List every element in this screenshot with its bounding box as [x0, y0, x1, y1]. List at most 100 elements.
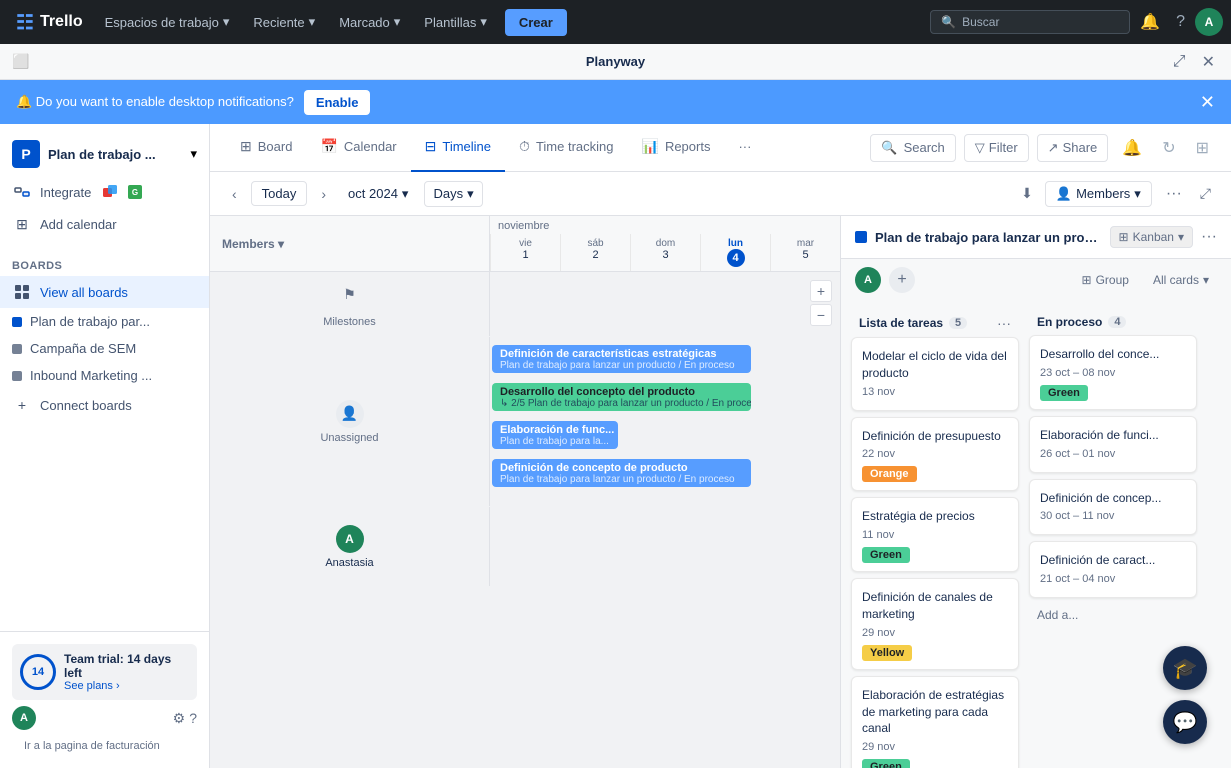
kanban-card[interactable]: Elaboración de estratégias de marketing …	[851, 676, 1019, 768]
notification-icon[interactable]: 🔔	[1134, 6, 1166, 38]
task-title-1: Definición de características estratégic…	[500, 348, 735, 360]
see-plans-link[interactable]: See plans ›	[64, 680, 189, 692]
inbound-marketing-label: Inbound Marketing ...	[30, 368, 152, 383]
tab-more[interactable]: ···	[724, 124, 765, 172]
create-button[interactable]: Crear	[505, 9, 567, 36]
date-picker[interactable]: oct 2024 ▾	[340, 182, 416, 206]
tab-reports[interactable]: 📊 Reports	[628, 124, 725, 172]
day-col-4: lun 4	[700, 234, 770, 271]
kanban-card[interactable]: Desarrollo del conce... 23 oct – 08 nov …	[1029, 335, 1197, 410]
zoom-in-button[interactable]: +	[810, 280, 832, 302]
all-cards-button[interactable]: All cards ▾	[1145, 269, 1217, 291]
learning-fab-button[interactable]: 🎓	[1163, 646, 1207, 690]
kanban-view-button[interactable]: ⊞ Kanban ▾	[1110, 226, 1193, 248]
sidebar-item-view-all-boards[interactable]: View all boards	[0, 276, 209, 308]
task-bar-1[interactable]: Definición de características estratégic…	[492, 345, 751, 373]
sidebar-item-integrate[interactable]: Integrate G	[0, 176, 209, 208]
kanban-card[interactable]: Definición de presupuesto 22 nov Orange	[851, 417, 1019, 492]
next-date-button[interactable]: ›	[315, 183, 332, 205]
grid-icon	[12, 282, 32, 302]
members-label: Members	[1076, 186, 1130, 201]
calendar-tab-icon: 📅	[320, 138, 337, 155]
add-member-button[interactable]: +	[889, 267, 915, 293]
col-1-title: Lista de tareas	[859, 316, 943, 330]
sidebar-item-campana-sem[interactable]: Campaña de SEM	[0, 335, 209, 362]
card-date: 26 oct – 01 nov	[1040, 448, 1186, 460]
sidebar-item-connect-boards[interactable]: + Connect boards	[0, 389, 209, 421]
sidebar-bottom: 14 Team trial: 14 days left See plans › …	[0, 631, 209, 768]
tab-calendar[interactable]: 📅 Calendar	[306, 124, 410, 172]
card-date: 21 oct – 04 nov	[1040, 573, 1186, 585]
task-bar-4[interactable]: Definición de concepto de producto Plan …	[492, 459, 751, 487]
user-avatar[interactable]: A	[1195, 8, 1223, 36]
members-button[interactable]: 👤 Members ▾	[1045, 181, 1152, 207]
col-1-more-button[interactable]: ···	[997, 315, 1011, 331]
expand-icon[interactable]: ⤢	[1169, 50, 1190, 74]
tab-timeline[interactable]: ⊟ Timeline	[411, 124, 505, 172]
kanban-more-button[interactable]: ···	[1201, 228, 1217, 246]
kanban-subheader: A + ⊞ Group All cards ▾	[841, 259, 1231, 301]
task-bar-3[interactable]: Elaboración de func... Plan de trabajo p…	[492, 421, 618, 449]
kanban-col-header-1: Lista de tareas 5 ···	[851, 309, 1019, 337]
help-icon[interactable]: ?	[1170, 7, 1191, 37]
group-button[interactable]: ⊞ Group	[1074, 269, 1137, 291]
tab-time-tracking[interactable]: ⏱ Time tracking	[505, 124, 627, 172]
workspace-item[interactable]: P Plan de trabajo ... ▾	[0, 132, 209, 176]
chevron-down-icon: ▾	[1134, 186, 1141, 202]
workspaces-nav[interactable]: Espacios de trabajo ▾	[95, 10, 240, 34]
workspace-name: Plan de trabajo ...	[48, 147, 182, 162]
today-button[interactable]: Today	[251, 181, 308, 206]
tab-reports-label: Reports	[665, 139, 711, 154]
timeline-toolbar: ‹ Today › oct 2024 ▾ Days ▾ ⬇ 👤 Members …	[210, 172, 1231, 216]
kanban-card[interactable]: Definición de concep... 30 oct – 11 nov	[1029, 479, 1197, 536]
kanban-card[interactable]: Modelar el ciclo de vida del producto 13…	[851, 337, 1019, 411]
chat-fab-button[interactable]: 💬	[1163, 700, 1207, 744]
search-bar[interactable]: 🔍 Buscar	[930, 10, 1130, 34]
settings-icon[interactable]: ⚙	[173, 710, 186, 727]
app-logo: ☷ Trello	[8, 10, 91, 35]
sidebar-item-plan-trabajo[interactable]: Plan de trabajo par...	[0, 308, 209, 335]
share-button[interactable]: ↗ Share	[1037, 134, 1109, 162]
app-name: Trello	[40, 13, 83, 31]
tab-board[interactable]: ⊞ Board	[226, 124, 306, 172]
kanban-card[interactable]: Elaboración de funci... 26 oct – 01 nov	[1029, 416, 1197, 473]
windowbar: ⬜ Planyway ⤢ ✕	[0, 44, 1231, 80]
sidebar-item-inbound-marketing[interactable]: Inbound Marketing ...	[0, 362, 209, 389]
notification-close-button[interactable]: ✕	[1200, 92, 1215, 113]
kanban-icon: ⊞	[1119, 230, 1129, 244]
close-icon[interactable]: ✕	[1198, 50, 1219, 74]
view-selector[interactable]: Days ▾	[424, 181, 482, 207]
prev-date-button[interactable]: ‹	[226, 183, 243, 205]
milestones-label: Milestones	[323, 316, 376, 328]
card-title: Definición de concep...	[1040, 490, 1186, 507]
add-card-button[interactable]: Add a...	[1029, 604, 1197, 626]
enable-notifications-button[interactable]: Enable	[304, 90, 371, 115]
kanban-card[interactable]: Definición de canales de marketing 29 no…	[851, 578, 1019, 670]
sidebar-item-add-calendar[interactable]: ⊞ Add calendar	[0, 208, 209, 240]
help-icon[interactable]: ?	[189, 710, 197, 727]
recent-nav[interactable]: Reciente ▾	[243, 10, 325, 34]
starred-nav[interactable]: Marcado ▾	[329, 10, 410, 34]
kanban-header: Plan de trabajo para lanzar un producto …	[841, 216, 1231, 259]
timeline-more-button[interactable]: ···	[1160, 183, 1188, 205]
zoom-out-button[interactable]: −	[810, 304, 832, 326]
share-icon: ↗	[1048, 140, 1059, 156]
kanban-card[interactable]: Estratégia de precios 11 nov Green	[851, 497, 1019, 572]
card-date: 29 nov	[862, 627, 1008, 639]
sidebar-toggle-icon[interactable]: ⬜	[12, 53, 29, 70]
billing-link[interactable]: Ir a la pagina de facturación	[12, 736, 197, 756]
card-title: Desarrollo del conce...	[1040, 346, 1186, 363]
view-label: Days	[433, 186, 463, 201]
search-bar[interactable]: 🔍 Search	[870, 134, 955, 162]
refresh-icon[interactable]: ↻	[1156, 132, 1181, 164]
task-bar-2[interactable]: Desarrollo del concepto del producto ↳ 2…	[492, 383, 751, 411]
notification-bell-icon[interactable]: 🔔	[1116, 132, 1148, 164]
card-date: 22 nov	[862, 448, 1008, 460]
filter-button[interactable]: ▽ Filter	[964, 134, 1029, 162]
expand-button[interactable]: ⤢	[1196, 181, 1215, 206]
download-button[interactable]: ⬇	[1017, 181, 1037, 206]
layout-icon[interactable]: ⊞	[1190, 132, 1215, 164]
templates-nav[interactable]: Plantillas ▾	[414, 10, 497, 34]
kanban-card[interactable]: Definición de caract... 21 oct – 04 nov	[1029, 541, 1197, 598]
tab-time-tracking-label: Time tracking	[536, 139, 614, 154]
